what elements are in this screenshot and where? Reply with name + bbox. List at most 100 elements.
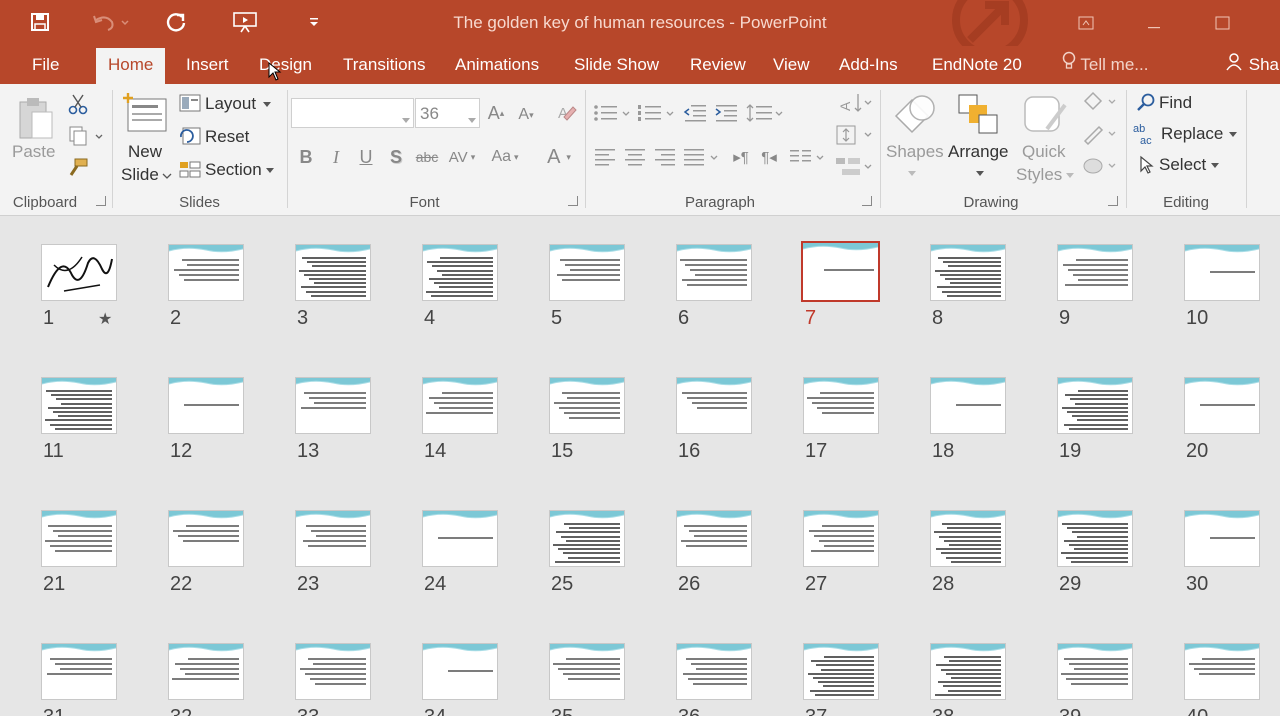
increase-font-size-icon[interactable]: A ▴ [484, 98, 508, 128]
slide-thumbnail-38[interactable] [930, 643, 1006, 700]
quick-styles-label-1[interactable]: Quick [1022, 142, 1065, 162]
slide-thumbnail-31[interactable] [41, 643, 117, 700]
slide-thumbnail-12[interactable] [168, 377, 244, 434]
new-slide-icon[interactable] [121, 90, 171, 136]
tab-slide-show[interactable]: Slide Show [562, 46, 671, 84]
bullets-icon[interactable] [592, 100, 632, 126]
maximize-icon[interactable] [1203, 10, 1243, 36]
shape-outline-icon[interactable] [1080, 122, 1118, 146]
layout-dropdown-icon[interactable] [262, 99, 272, 109]
replace-icon[interactable]: ab ac [1133, 122, 1157, 146]
slide-thumbnail-40[interactable] [1184, 643, 1260, 700]
text-direction-icon[interactable]: A [833, 90, 873, 116]
slide-thumbnail-27[interactable] [803, 510, 879, 567]
animation-star-icon[interactable]: ★ [98, 309, 112, 329]
paste-button[interactable]: Paste [12, 142, 55, 162]
shapes-dropdown-icon[interactable] [905, 168, 919, 178]
decrease-font-size-icon[interactable]: A ▾ [514, 100, 538, 130]
font-color-icon[interactable]: A ▾ [540, 144, 578, 170]
section-button[interactable]: Section [205, 160, 262, 180]
tab-design[interactable]: Design [247, 46, 324, 84]
slide-thumbnail-11[interactable] [41, 377, 117, 434]
select-dropdown-icon[interactable] [1210, 160, 1220, 170]
convert-to-smartart-icon[interactable] [833, 154, 873, 180]
drawing-launcher-icon[interactable] [1108, 196, 1118, 206]
tab-review[interactable]: Review [678, 46, 758, 84]
slide-thumbnail-3[interactable] [295, 244, 371, 301]
tab-animations[interactable]: Animations [443, 46, 551, 84]
slide-thumbnail-39[interactable] [1057, 643, 1133, 700]
slide-thumbnail-14[interactable] [422, 377, 498, 434]
line-spacing-icon[interactable] [745, 100, 785, 126]
slide-thumbnail-15[interactable] [549, 377, 625, 434]
cut-icon[interactable] [66, 92, 90, 116]
new-slide-label-1[interactable]: New [128, 142, 162, 162]
tab-home[interactable]: Home [96, 48, 166, 84]
quick-styles-dropdown-icon[interactable] [1064, 170, 1076, 180]
shapes-button[interactable]: Shapes [886, 142, 944, 162]
slide-thumbnail-10[interactable] [1184, 244, 1260, 301]
shape-effects-icon[interactable] [1080, 154, 1118, 178]
right-to-left-icon[interactable]: ¶◂ [756, 144, 782, 170]
layout-icon[interactable] [178, 92, 202, 114]
slide-thumbnail-28[interactable] [930, 510, 1006, 567]
select-button[interactable]: Select [1159, 155, 1206, 175]
justify-icon[interactable] [682, 144, 722, 170]
left-to-right-icon[interactable]: ▸¶ [728, 144, 754, 170]
section-dropdown-icon[interactable] [265, 165, 275, 175]
slide-thumbnail-23[interactable] [295, 510, 371, 567]
slide-thumbnail-19[interactable] [1057, 377, 1133, 434]
clear-formatting-icon[interactable]: A [555, 100, 579, 126]
arrange-dropdown-icon[interactable] [973, 168, 987, 178]
tab-file[interactable]: File [20, 46, 71, 84]
find-button[interactable]: Find [1159, 93, 1192, 113]
slide-thumbnail-34[interactable] [422, 643, 498, 700]
slide-thumbnail-2[interactable] [168, 244, 244, 301]
slide-thumbnail-30[interactable] [1184, 510, 1260, 567]
ribbon-display-options-icon[interactable] [1066, 10, 1106, 36]
paste-icon[interactable] [14, 92, 58, 144]
reset-button[interactable]: Reset [205, 127, 249, 147]
layout-button[interactable]: Layout [205, 94, 256, 114]
section-icon[interactable] [178, 158, 202, 180]
columns-icon[interactable] [788, 144, 828, 170]
numbering-icon[interactable] [636, 100, 676, 126]
align-right-icon[interactable] [652, 144, 678, 170]
replace-button[interactable]: Replace [1161, 124, 1223, 144]
tab-insert[interactable]: Insert [174, 46, 241, 84]
shape-fill-icon[interactable] [1080, 90, 1118, 114]
format-painter-icon[interactable] [66, 156, 90, 180]
find-icon[interactable] [1135, 92, 1157, 112]
slide-thumbnail-13[interactable] [295, 377, 371, 434]
arrange-button[interactable]: Arrange [948, 142, 1008, 162]
tab-add-ins[interactable]: Add-Ins [827, 46, 910, 84]
slide-thumbnail-18[interactable] [930, 377, 1006, 434]
increase-indent-icon[interactable] [713, 100, 739, 126]
slide-thumbnail-24[interactable] [422, 510, 498, 567]
slide-thumbnail-26[interactable] [676, 510, 752, 567]
slide-thumbnail-22[interactable] [168, 510, 244, 567]
share-button[interactable]: Sha [1212, 46, 1280, 84]
strikethrough-icon[interactable]: abc [413, 144, 441, 170]
clipboard-launcher-icon[interactable] [96, 196, 106, 206]
slide-thumbnail-4[interactable] [422, 244, 498, 301]
text-shadow-icon[interactable]: S [385, 144, 407, 170]
tab-endnote[interactable]: EndNote 20 [920, 46, 1034, 84]
font-name-dropdown-icon[interactable] [402, 110, 410, 128]
slide-thumbnail-21[interactable] [41, 510, 117, 567]
new-slide-label-2[interactable]: Slide [121, 165, 159, 185]
slide-thumbnail-29[interactable] [1057, 510, 1133, 567]
font-size-field[interactable]: 36 [415, 98, 480, 128]
slide-thumbnail-32[interactable] [168, 643, 244, 700]
slide-thumbnail-5[interactable] [549, 244, 625, 301]
copy-icon[interactable] [66, 124, 106, 148]
font-size-dropdown-icon[interactable] [468, 110, 476, 128]
change-case-icon[interactable]: Aa ▾ [486, 144, 524, 170]
decrease-indent-icon[interactable] [682, 100, 708, 126]
arrange-icon[interactable] [953, 90, 1003, 142]
paragraph-launcher-icon[interactable] [862, 196, 872, 206]
slide-thumbnail-16[interactable] [676, 377, 752, 434]
slide-thumbnail-17[interactable] [803, 377, 879, 434]
character-spacing-icon[interactable]: AV ▾ [444, 144, 480, 170]
align-center-icon[interactable] [622, 144, 648, 170]
